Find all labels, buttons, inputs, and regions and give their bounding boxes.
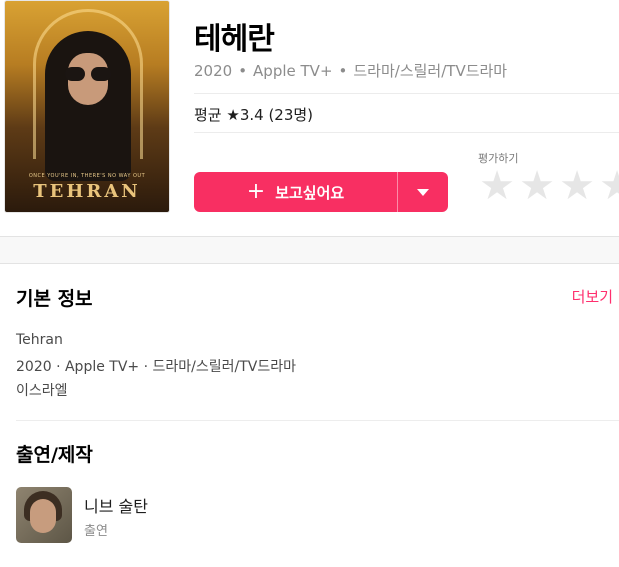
- info-summary: 2020 · Apple TV+ · 드라마/스릴러/TV드라마: [16, 359, 296, 375]
- avatar[interactable]: [16, 487, 72, 543]
- star-icon[interactable]: ★: [477, 166, 517, 206]
- divider: [194, 93, 619, 94]
- wishlist-button-group: + 보고싶어요: [194, 172, 448, 212]
- wishlist-dropdown-button[interactable]: [398, 172, 448, 212]
- want-to-watch-button[interactable]: + 보고싶어요: [194, 172, 397, 212]
- caret-down-icon: [417, 188, 429, 196]
- want-to-watch-label: 보고싶어요: [275, 183, 345, 202]
- star-icon[interactable]: ★: [517, 166, 557, 206]
- meta-genre: 드라마/스릴러/TV드라마: [353, 62, 508, 80]
- average-rating: 평균 ★3.4 (23명): [194, 106, 314, 124]
- content-meta: 2020 • Apple TV+ • 드라마/스릴러/TV드라마: [194, 60, 507, 81]
- page-title: 테헤란: [194, 22, 275, 57]
- avatar-face: [30, 499, 56, 533]
- star-icon[interactable]: ★: [597, 166, 619, 206]
- divider: [194, 132, 619, 133]
- poster-image[interactable]: ONCE YOU'RE IN, THERE'S NO WAY OUT TEHRA…: [4, 0, 170, 213]
- meta-network: Apple TV+: [253, 62, 333, 80]
- poster-title: TEHRAN: [33, 181, 141, 202]
- meta-dot: •: [338, 62, 348, 80]
- cast-name[interactable]: 니브 술탄: [84, 493, 148, 517]
- content-header: ONCE YOU'RE IN, THERE'S NO WAY OUT TEHRA…: [0, 0, 619, 236]
- cast-role: 출연: [84, 524, 108, 539]
- section-spacer: [0, 236, 619, 264]
- divider: [16, 420, 619, 421]
- cast-heading: 출연/제작: [16, 444, 93, 466]
- info-country: 이스라엘: [16, 383, 68, 399]
- plus-icon: +: [246, 179, 266, 204]
- poster-sunglasses: [65, 67, 111, 81]
- star-rating-input[interactable]: ★ ★ ★ ★: [477, 166, 619, 206]
- star-icon[interactable]: ★: [557, 166, 597, 206]
- more-link[interactable]: 더보기: [572, 286, 613, 307]
- poster-tagline: ONCE YOU'RE IN, THERE'S NO WAY OUT: [28, 173, 146, 179]
- meta-dot: •: [238, 62, 248, 80]
- original-title: Tehran: [16, 332, 63, 348]
- meta-year: 2020: [194, 62, 233, 80]
- basic-info-heading: 기본 정보: [16, 288, 93, 310]
